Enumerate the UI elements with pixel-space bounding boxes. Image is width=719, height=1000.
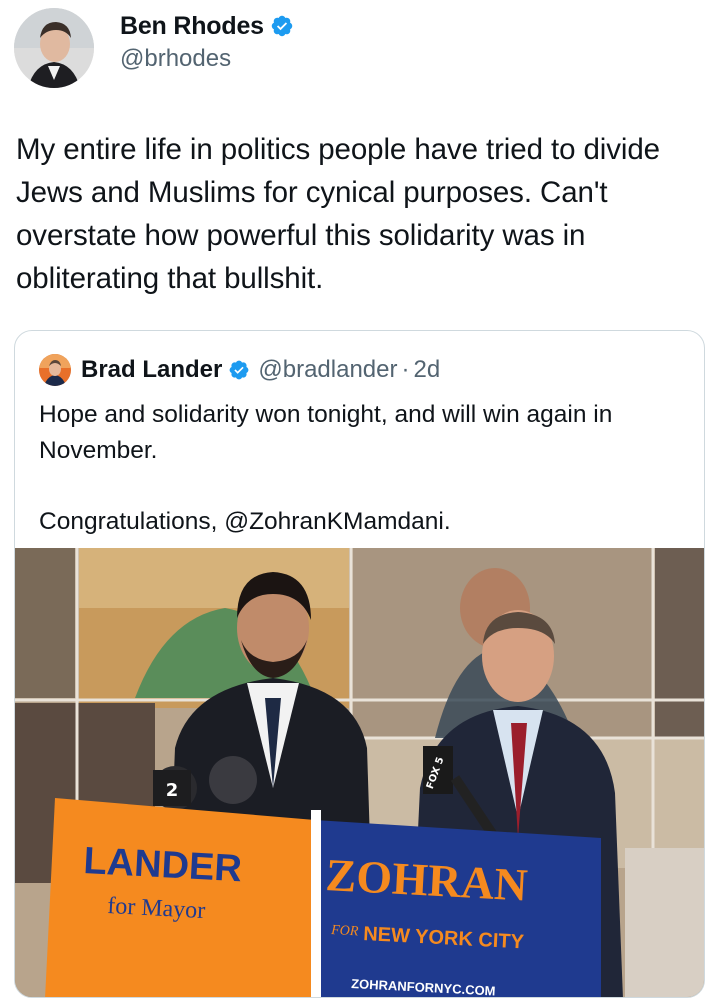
author-handle[interactable]: @brhodes [120,45,294,73]
quoted-tweet-card[interactable]: Brad Lander @bradlander · 2d Hope and so… [14,330,705,998]
verified-badge-icon [271,15,293,37]
avatar[interactable] [14,8,94,88]
quoted-tweet-photo[interactable]: 2 FOX 5 LANDER for Mayor ZOHRAN FOR NEW … [15,548,704,997]
quoted-text-line: Hope and solidarity won tonight, and wil… [39,401,613,464]
verified-badge-icon [229,360,249,380]
tweet-text: My entire life in politics people have t… [16,133,660,295]
quoted-text-line: Congratulations, @ZohranKMamdani. [39,508,451,535]
tweet-author: Ben Rhodes @brhodes [14,8,294,88]
quoted-avatar[interactable] [39,354,71,386]
separator-dot: · [401,356,410,383]
sign-zohran-title: ZOHRAN [324,849,528,910]
quoted-author-handle[interactable]: @bradlander [258,356,397,384]
mic-label-left: 2 [166,780,179,801]
sign-zohran-for: FOR [330,923,359,939]
quoted-tweet-header: Brad Lander @bradlander · 2d [39,353,440,387]
quoted-author-name[interactable]: Brad Lander [81,356,222,384]
quoted-timestamp[interactable]: 2d [414,356,441,384]
author-display-name[interactable]: Ben Rhodes [120,12,264,41]
sign-lander-title: LANDER [83,840,243,890]
sign-lander-subtitle: for Mayor [107,893,206,924]
